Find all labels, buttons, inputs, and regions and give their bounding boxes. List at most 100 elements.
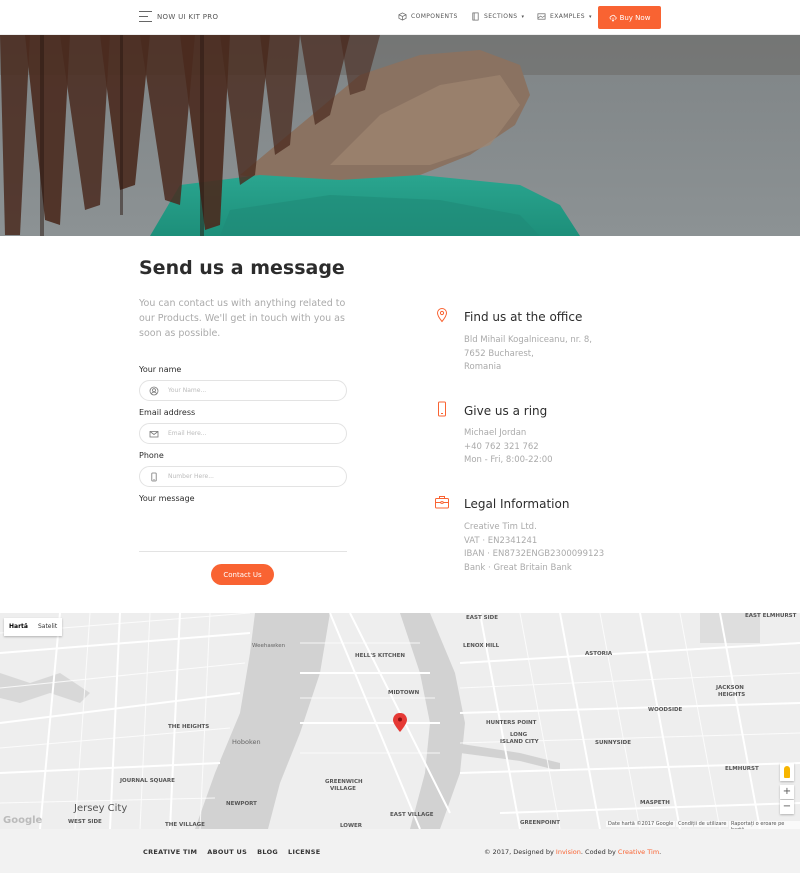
designer-link[interactable]: Invision — [556, 848, 581, 856]
map-label: WOODSIDE — [648, 707, 683, 713]
office-line: 7652 Bucharest, — [464, 348, 534, 359]
name-field[interactable]: Your Name... — [139, 380, 347, 401]
map-label: EAST ELMHURST — [745, 613, 797, 619]
ring-line: Mon - Fri, 8:00-22:00 — [464, 455, 553, 465]
office-title: Find us at the office — [464, 310, 583, 324]
user-icon — [140, 386, 168, 396]
image-icon — [537, 13, 546, 20]
copyright-end: . — [659, 848, 662, 856]
map-terms-link[interactable]: Condiții de utilizare — [676, 821, 729, 827]
map-label: THE HEIGHTS — [168, 724, 210, 730]
map-canvas[interactable] — [0, 613, 800, 829]
street-view-pegman-icon[interactable] — [780, 763, 794, 781]
footer-link-about-us[interactable]: ABOUT US — [207, 848, 247, 856]
brand-link[interactable]: NOW UI KIT PRO — [157, 13, 218, 21]
map-label: WEST SIDE — [68, 819, 102, 825]
google-map[interactable]: Hartă Satelit Weehawken HELL'S KITCHEN M… — [0, 613, 800, 829]
map-label: ASTORIA — [585, 651, 613, 657]
nav-sections-label: SECTIONS — [484, 13, 518, 20]
copyright: © 2017, Designed by Invision. Coded by C… — [484, 848, 661, 856]
coder-link[interactable]: Creative Tim — [618, 848, 659, 856]
nav-sections[interactable]: SECTIONS ▾ — [471, 12, 524, 21]
legal-text: Creative Tim Ltd. VAT · EN2341241 IBAN ·… — [464, 521, 604, 575]
ring-text: Michael Jordan +40 762 321 762 Mon - Fri… — [464, 427, 553, 468]
footer-link-creative-tim[interactable]: CREATIVE TIM — [143, 848, 197, 856]
name-label: Your name — [139, 365, 182, 374]
map-label: Hoboken — [232, 738, 261, 746]
buy-now-button[interactable]: Buy Now — [598, 6, 661, 29]
map-label: JOURNAL SQUARE — [120, 778, 175, 784]
map-type-satellite[interactable]: Satelit — [33, 618, 62, 636]
footer-link-license[interactable]: LICENSE — [288, 848, 320, 856]
map-label: JACKSON — [716, 685, 744, 691]
chevron-down-icon: ▾ — [588, 13, 592, 20]
ring-title: Give us a ring — [464, 404, 548, 418]
message-label: Your message — [139, 494, 195, 503]
map-type-map[interactable]: Hartă — [4, 618, 33, 636]
map-label: THE VILLAGE — [165, 822, 205, 828]
mobile-icon — [140, 472, 168, 482]
map-data-credit: Date hartă ©2017 Google — [606, 821, 676, 827]
cube-icon — [398, 12, 407, 21]
contact-us-button[interactable]: Contact Us — [211, 564, 274, 585]
map-report-link[interactable]: Raportați o eroare pe hartă — [729, 821, 800, 829]
email-icon — [140, 429, 168, 439]
hero-image — [0, 35, 800, 236]
map-label: ELMHURST — [725, 766, 759, 772]
map-label: GREENWICH — [325, 779, 363, 785]
map-label: HEIGHTS — [718, 692, 746, 698]
map-label: SUNNYSIDE — [595, 740, 631, 746]
phone-label: Phone — [139, 451, 164, 460]
buy-now-label: Buy Now — [619, 13, 651, 22]
map-type-control: Hartă Satelit — [4, 618, 63, 636]
office-text: Bld Mihail Kogalniceanu, nr. 8, 7652 Buc… — [464, 334, 592, 375]
copyright-prefix: © 2017, Designed by — [484, 848, 556, 856]
map-label: MIDTOWN — [388, 690, 420, 696]
legal-line: Creative Tim Ltd. — [464, 522, 537, 532]
legal-line: VAT · EN2341241 — [464, 535, 538, 546]
legal-line: Bank · Great Britain Bank — [464, 562, 572, 573]
name-placeholder: Your Name... — [168, 387, 207, 394]
legal-line: IBAN · EN8732ENGB2300099123 — [464, 549, 605, 559]
footer-link-blog[interactable]: BLOG — [257, 848, 278, 856]
page: NOW UI KIT PRO COMPONENTS SECTIONS ▾ EXA… — [0, 0, 800, 873]
cloud-download-icon — [609, 14, 617, 22]
nav-examples-label: EXAMPLES — [550, 13, 585, 20]
nav-components-label: COMPONENTS — [411, 13, 458, 20]
zoom-out-button[interactable]: − — [780, 800, 794, 814]
lead-text: You can contact us with anything related… — [139, 298, 346, 339]
map-label: HELL'S KITCHEN — [355, 653, 405, 659]
email-placeholder: Email Here... — [168, 430, 207, 437]
map-label: Jersey City — [74, 803, 128, 814]
navbar: NOW UI KIT PRO COMPONENTS SECTIONS ▾ EXA… — [0, 0, 800, 35]
footer-nav: CREATIVE TIM ABOUT US BLOG LICENSE — [143, 848, 320, 856]
email-label: Email address — [139, 408, 196, 417]
email-field[interactable]: Email Here... — [139, 423, 347, 444]
map-label: VILLAGE — [330, 786, 356, 792]
map-label: EAST SIDE — [466, 615, 498, 621]
map-label: LENOX HILL — [463, 643, 500, 649]
legal-title: Legal Information — [464, 497, 570, 511]
map-label: NEWPORT — [226, 801, 257, 807]
hero-photo — [0, 35, 800, 236]
briefcase-icon — [435, 496, 449, 509]
message-underline — [139, 551, 347, 552]
book-icon — [472, 12, 479, 21]
message-textarea[interactable] — [139, 508, 347, 551]
nav-components[interactable]: COMPONENTS — [398, 12, 458, 21]
ring-line: Michael Jordan — [464, 428, 527, 438]
map-label: Weehawken — [252, 643, 286, 649]
google-logo[interactable]: Google — [3, 815, 42, 826]
office-line: Romania — [464, 362, 502, 372]
chevron-down-icon: ▾ — [521, 13, 525, 20]
map-label: GREENPOINT — [520, 820, 560, 826]
zoom-in-button[interactable]: + — [780, 785, 794, 799]
ring-line: +40 762 321 762 — [464, 441, 539, 452]
footer: CREATIVE TIM ABOUT US BLOG LICENSE © 201… — [0, 829, 800, 873]
menu-icon[interactable] — [139, 11, 152, 22]
nav-examples[interactable]: EXAMPLES ▾ — [537, 12, 592, 21]
phone-field[interactable]: Number Here... — [139, 466, 347, 487]
map-label: ISLAND CITY — [500, 739, 539, 745]
copyright-mid: . Coded by — [580, 848, 618, 856]
phone-icon — [438, 401, 446, 417]
